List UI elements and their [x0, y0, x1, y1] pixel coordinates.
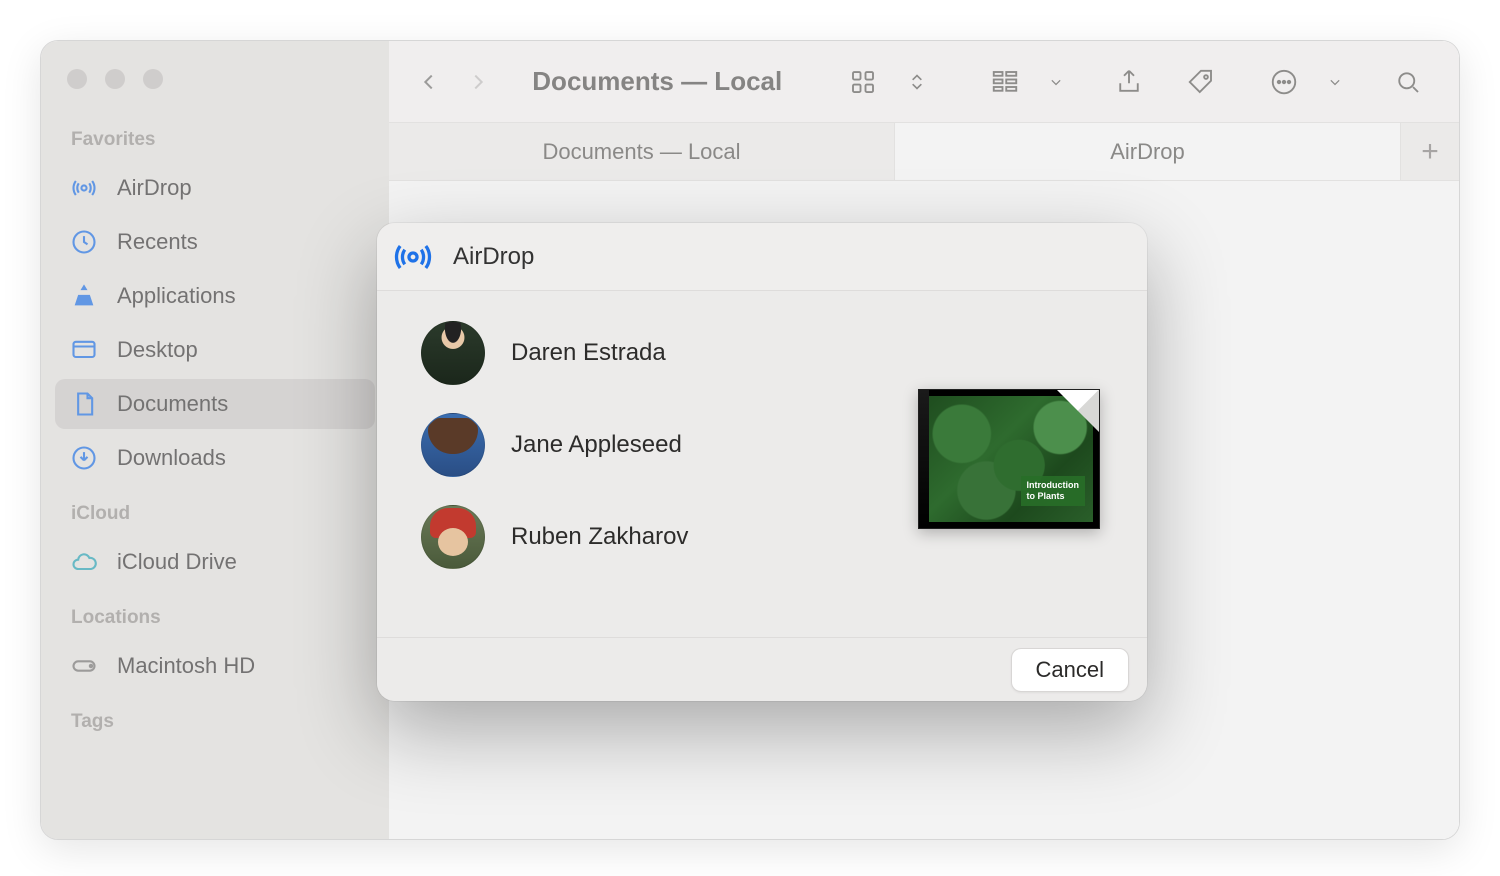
recipient-row[interactable]: Jane Appleseed	[421, 413, 899, 477]
sidebar-item-label: iCloud Drive	[117, 549, 237, 575]
icon-view-button[interactable]	[842, 62, 884, 102]
minimize-window-button[interactable]	[105, 69, 125, 89]
view-mode-group	[834, 62, 938, 102]
sheet-header: AirDrop	[377, 223, 1147, 291]
apps-icon	[69, 281, 99, 311]
sidebar-item-downloads[interactable]: Downloads	[55, 433, 375, 483]
tab-label: Documents — Local	[542, 139, 740, 165]
share-button[interactable]	[1108, 62, 1150, 102]
window-title: Documents — Local	[532, 66, 782, 97]
sidebar-item-label: Downloads	[117, 445, 226, 471]
tab-bar: Documents — Local AirDrop +	[389, 123, 1459, 181]
new-tab-button[interactable]: +	[1401, 123, 1459, 180]
sidebar-item-label: Macintosh HD	[117, 653, 255, 679]
thumbnail-title-line2: to Plants	[1027, 491, 1080, 502]
sidebar-item-label: Desktop	[117, 337, 198, 363]
sheet-body: Daren Estrada Jane Appleseed Ruben Zakha…	[377, 291, 1147, 637]
recipient-name: Jane Appleseed	[511, 431, 682, 459]
share-preview: Introduction to Plants	[899, 311, 1119, 637]
sidebar-item-macintosh-hd[interactable]: Macintosh HD	[55, 641, 375, 691]
sidebar-item-applications[interactable]: Applications	[55, 271, 375, 321]
close-window-button[interactable]	[67, 69, 87, 89]
airdrop-sheet: AirDrop Daren Estrada Jane Appleseed Rub…	[377, 223, 1147, 701]
tab-documents-local[interactable]: Documents — Local	[389, 123, 895, 180]
window-controls	[41, 59, 389, 111]
avatar	[421, 413, 485, 477]
recipient-row[interactable]: Ruben Zakharov	[421, 505, 899, 569]
view-chevrons-button[interactable]	[904, 62, 930, 102]
sidebar-item-label: Recents	[117, 229, 198, 255]
tab-label: AirDrop	[1110, 139, 1185, 165]
sidebar-item-desktop[interactable]: Desktop	[55, 325, 375, 375]
sidebar-item-label: AirDrop	[117, 175, 192, 201]
search-button[interactable]	[1387, 62, 1429, 102]
clock-icon	[69, 227, 99, 257]
airdrop-icon	[391, 235, 435, 279]
file-thumbnail: Introduction to Plants	[918, 389, 1100, 529]
sidebar-section-favorites: Favorites	[41, 111, 389, 161]
toolbar: Documents — Local	[389, 41, 1459, 123]
finder-window: Favorites AirDrop Recents Applications	[40, 40, 1460, 840]
nav-back-button[interactable]	[411, 64, 447, 100]
tab-airdrop[interactable]: AirDrop	[895, 123, 1401, 180]
sidebar: Favorites AirDrop Recents Applications	[41, 41, 389, 839]
sidebar-section-tags: Tags	[41, 693, 389, 743]
cancel-button[interactable]: Cancel	[1011, 648, 1129, 692]
desktop-icon	[69, 335, 99, 365]
sidebar-item-label: Applications	[117, 283, 236, 309]
airdrop-icon	[69, 173, 99, 203]
avatar	[421, 505, 485, 569]
sidebar-item-airdrop[interactable]: AirDrop	[55, 163, 375, 213]
tag-button[interactable]	[1180, 62, 1222, 102]
disk-icon	[69, 651, 99, 681]
group-by-menu[interactable]	[976, 62, 1074, 102]
sheet-title: AirDrop	[453, 243, 534, 271]
recipient-name: Daren Estrada	[511, 339, 666, 367]
recipient-row[interactable]: Daren Estrada	[421, 321, 899, 385]
sidebar-item-recents[interactable]: Recents	[55, 217, 375, 267]
sidebar-item-documents[interactable]: Documents	[55, 379, 375, 429]
avatar	[421, 321, 485, 385]
sidebar-section-icloud: iCloud	[41, 485, 389, 535]
cloud-icon	[69, 547, 99, 577]
zoom-window-button[interactable]	[143, 69, 163, 89]
download-icon	[69, 443, 99, 473]
recipient-name: Ruben Zakharov	[511, 523, 688, 551]
action-menu[interactable]	[1255, 62, 1353, 102]
thumbnail-title-line1: Introduction	[1027, 480, 1080, 491]
sidebar-item-label: Documents	[117, 391, 228, 417]
sheet-footer: Cancel	[377, 637, 1147, 701]
recipient-list: Daren Estrada Jane Appleseed Ruben Zakha…	[421, 311, 899, 637]
document-icon	[69, 389, 99, 419]
nav-forward-button[interactable]	[461, 64, 497, 100]
sidebar-section-locations: Locations	[41, 589, 389, 639]
sidebar-item-icloud-drive[interactable]: iCloud Drive	[55, 537, 375, 587]
